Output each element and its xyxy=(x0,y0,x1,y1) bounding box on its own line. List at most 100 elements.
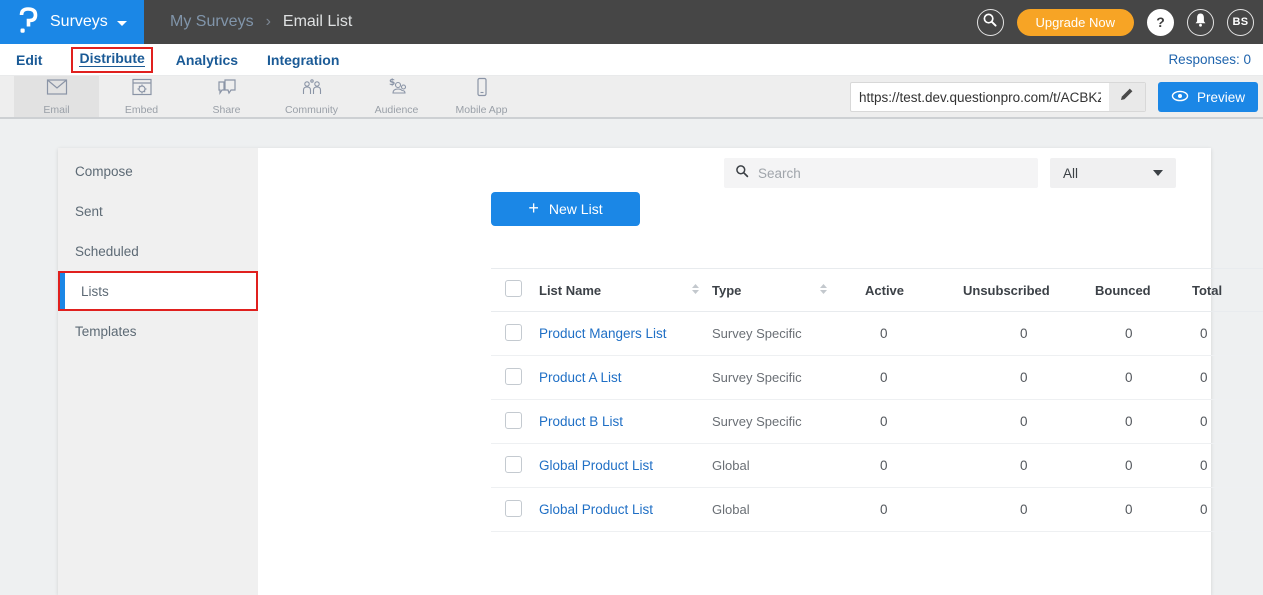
active-count: 0 xyxy=(840,502,930,517)
survey-url-input[interactable] xyxy=(851,90,1109,105)
new-list-button[interactable]: + New List xyxy=(491,192,640,226)
email-lists-card: Compose Sent Scheduled Lists Templates A… xyxy=(58,148,1211,595)
breadcrumb: My Surveys › Email List xyxy=(170,13,352,31)
search-icon xyxy=(982,12,998,33)
channel-label: Audience xyxy=(375,104,419,116)
channel-mobile-app[interactable]: Mobile App xyxy=(439,76,524,117)
channel-share[interactable]: Share xyxy=(184,76,269,117)
survey-nav-tabs: Edit Distribute Analytics Integration Re… xyxy=(0,44,1263,76)
column-header-unsubscribed: Unsubscribed xyxy=(930,283,1070,298)
total-count: 0 xyxy=(1170,326,1250,341)
tab-distribute[interactable]: Distribute xyxy=(79,50,144,67)
unsubscribed-count: 0 xyxy=(930,458,1070,473)
sort-icon[interactable] xyxy=(819,283,828,298)
select-all-checkbox[interactable] xyxy=(505,280,522,297)
question-mark-icon: ? xyxy=(1156,14,1165,30)
tab-edit[interactable]: Edit xyxy=(16,52,42,68)
row-checkbox[interactable] xyxy=(505,456,522,473)
table-row: Global Product List Global 0 0 0 0 xyxy=(491,444,1263,488)
user-avatar[interactable]: BS xyxy=(1227,9,1254,36)
search-button[interactable] xyxy=(977,9,1004,36)
mobile-phone-icon xyxy=(470,77,494,102)
list-type: Survey Specific xyxy=(712,370,840,385)
list-type: Survey Specific xyxy=(712,414,840,429)
active-count: 0 xyxy=(840,326,930,341)
bounced-count: 0 xyxy=(1070,458,1170,473)
unsubscribed-count: 0 xyxy=(930,414,1070,429)
chevron-down-icon xyxy=(1153,170,1163,176)
column-header-active: Active xyxy=(840,283,930,298)
list-type-filter-dropdown[interactable]: All xyxy=(1050,158,1176,188)
total-count: 0 xyxy=(1170,370,1250,385)
total-count: 0 xyxy=(1170,414,1250,429)
list-name-link[interactable]: Product B List xyxy=(539,414,623,429)
list-search-input[interactable] xyxy=(758,166,1027,181)
sidebar-item-templates[interactable]: Templates xyxy=(58,311,258,351)
column-header-type[interactable]: Type xyxy=(712,283,840,298)
active-count: 0 xyxy=(840,458,930,473)
help-button[interactable]: ? xyxy=(1147,9,1174,36)
upgrade-now-button[interactable]: Upgrade Now xyxy=(1017,9,1135,36)
sidebar-item-scheduled[interactable]: Scheduled xyxy=(58,231,258,271)
tab-integration[interactable]: Integration xyxy=(267,52,339,68)
channel-community[interactable]: Community xyxy=(269,76,354,117)
avatar-initials: BS xyxy=(1233,16,1249,28)
total-count: 0 xyxy=(1170,502,1250,517)
survey-url-box xyxy=(850,82,1146,112)
list-name-link[interactable]: Global Product List xyxy=(539,502,653,517)
email-lists-table: List Name Type Active Unsubscribed Bounc… xyxy=(491,268,1263,532)
channel-embed[interactable]: Embed xyxy=(99,76,184,117)
preview-label: Preview xyxy=(1197,90,1245,105)
channel-email[interactable]: Email xyxy=(14,76,99,117)
product-switcher[interactable]: Surveys xyxy=(0,0,144,44)
table-row: Product B List Survey Specific 0 0 0 0 xyxy=(491,400,1263,444)
eye-icon xyxy=(1171,90,1189,105)
row-checkbox[interactable] xyxy=(505,368,522,385)
lists-panel: All + New List List Name T xyxy=(258,148,1211,595)
list-name-link[interactable]: Product A List xyxy=(539,370,622,385)
tab-analytics[interactable]: Analytics xyxy=(176,52,238,68)
channel-tabs: Email Embed Share Community xyxy=(14,76,524,117)
channel-label: Community xyxy=(285,104,338,116)
breadcrumb-my-surveys[interactable]: My Surveys xyxy=(170,13,254,31)
column-header-list-name[interactable]: List Name xyxy=(539,283,712,298)
chat-bubbles-icon xyxy=(215,77,239,102)
notifications-button[interactable] xyxy=(1187,9,1214,36)
channel-label: Email xyxy=(43,104,69,116)
browser-gear-icon xyxy=(130,77,154,102)
list-type: Survey Specific xyxy=(712,326,840,341)
unsubscribed-count: 0 xyxy=(930,370,1070,385)
total-count: 0 xyxy=(1170,458,1250,473)
responses-count[interactable]: Responses: 0 xyxy=(1168,52,1251,67)
people-group-icon xyxy=(299,77,325,102)
plus-icon: + xyxy=(528,199,539,217)
row-checkbox[interactable] xyxy=(505,412,522,429)
sidebar-item-sent[interactable]: Sent xyxy=(58,191,258,231)
dollar-people-icon: $ xyxy=(384,77,410,102)
svg-text:$: $ xyxy=(389,78,395,88)
row-checkbox[interactable] xyxy=(505,500,522,517)
sort-icon[interactable] xyxy=(691,283,700,298)
active-count: 0 xyxy=(840,370,930,385)
search-icon xyxy=(735,164,749,183)
filter-selected-value: All xyxy=(1063,166,1078,181)
sidebar-item-compose[interactable]: Compose xyxy=(58,151,258,191)
row-checkbox[interactable] xyxy=(505,324,522,341)
channel-audience[interactable]: $ Audience xyxy=(354,76,439,117)
breadcrumb-current-page: Email List xyxy=(283,13,352,31)
preview-button[interactable]: Preview xyxy=(1158,82,1258,112)
sidebar-item-lists[interactable]: Lists xyxy=(58,271,258,311)
header-actions: Upgrade Now ? BS xyxy=(977,9,1263,36)
table-row: Global Product List Global 0 0 0 0 xyxy=(491,488,1263,532)
bounced-count: 0 xyxy=(1070,370,1170,385)
bounced-count: 0 xyxy=(1070,414,1170,429)
envelope-icon xyxy=(45,77,69,102)
list-name-link[interactable]: Product Mangers List xyxy=(539,326,667,341)
distribute-annotation-box: Distribute xyxy=(71,47,152,73)
new-list-label: New List xyxy=(549,201,603,217)
edit-url-button[interactable] xyxy=(1109,83,1145,111)
questionpro-logo-icon xyxy=(16,5,40,39)
column-header-bounced: Bounced xyxy=(1070,283,1170,298)
list-name-link[interactable]: Global Product List xyxy=(539,458,653,473)
breadcrumb-separator-icon: › xyxy=(266,13,271,31)
